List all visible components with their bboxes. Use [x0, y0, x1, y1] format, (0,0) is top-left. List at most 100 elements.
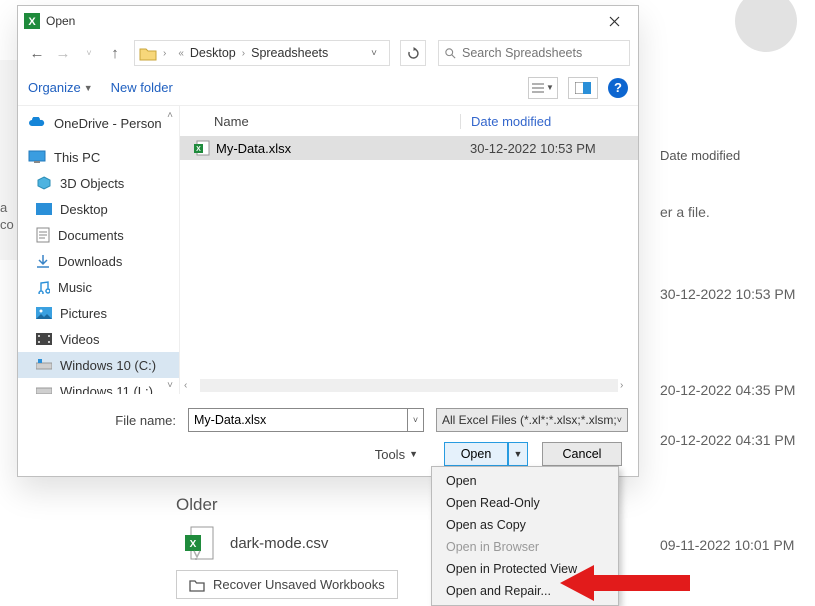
sidebar-item-pictures[interactable]: Pictures [18, 300, 179, 326]
breadcrumb-seg-desktop[interactable]: Desktop [190, 46, 236, 60]
menu-open-in-browser: Open in Browser [432, 536, 618, 558]
help-button[interactable]: ? [608, 78, 628, 98]
folder-icon [189, 578, 205, 592]
horizontal-scrollbar[interactable]: ‹ › [180, 376, 638, 394]
sidebar-item-label: Desktop [60, 202, 108, 217]
bg-date-1: 30-12-2022 10:53 PM [660, 286, 795, 302]
svg-text:X: X [196, 146, 201, 153]
address-history-dropdown[interactable]: ˅ [363, 48, 385, 59]
cancel-button[interactable]: Cancel [542, 442, 622, 466]
sidebar-item-label: Downloads [58, 254, 122, 269]
file-name-input[interactable] [188, 408, 408, 432]
sidebar-item-label: 3D Objects [60, 176, 124, 191]
search-input[interactable] [462, 46, 623, 60]
bg-date-2: 20-12-2022 04:35 PM [660, 382, 795, 398]
bg-date-3: 20-12-2022 04:31 PM [660, 432, 795, 448]
close-button[interactable] [594, 7, 634, 35]
search-box[interactable] [438, 40, 630, 66]
search-icon [445, 47, 456, 60]
breadcrumb-separator: › [236, 48, 251, 59]
menu-open-and-repair[interactable]: Open and Repair... [432, 580, 618, 602]
recover-unsaved-button[interactable]: Recover Unsaved Workbooks [176, 570, 398, 599]
file-type-filter[interactable]: All Excel Files (*.xl*;*.xlsx;*.xlsm;* ˅ [436, 408, 628, 432]
organize-menu[interactable]: Organize ▼ [28, 80, 93, 95]
sidebar-item-label: Windows 11 (L:) [60, 384, 153, 395]
sidebar-item-label: Windows 10 (C:) [60, 358, 156, 373]
menu-open-read-only[interactable]: Open Read-Only [432, 492, 618, 514]
nav-forward-button[interactable]: → [52, 42, 74, 64]
sidebar-item-downloads[interactable]: Downloads [18, 248, 179, 274]
bg-column-date-modified: Date modified [660, 148, 740, 163]
sidebar-item-label: This PC [54, 150, 100, 165]
sidebar-item-label: Music [58, 280, 92, 295]
file-name-label: File name: [28, 413, 182, 428]
sidebar-item-documents[interactable]: Documents [18, 222, 179, 248]
list-view-icon [532, 83, 544, 93]
view-options-button[interactable]: ▼ [528, 77, 558, 99]
file-row[interactable]: X My-Data.xlsx 30-12-2022 10:53 PM [180, 136, 638, 160]
menu-open-protected-view[interactable]: Open in Protected View [432, 558, 618, 580]
sidebar-item-videos[interactable]: Videos [18, 326, 179, 352]
folder-icon [139, 45, 157, 61]
open-dropdown-button[interactable]: ▼ [508, 442, 528, 466]
videos-icon [36, 333, 52, 345]
sidebar-item-label: Videos [60, 332, 100, 347]
sidebar-item-onedrive[interactable]: OneDrive - Person [18, 110, 179, 136]
nav-recent-dropdown[interactable]: ˅ [78, 42, 100, 64]
bg-file-name: dark-mode.csv [230, 535, 328, 552]
breadcrumb-root-chevron[interactable]: « [172, 48, 190, 59]
cube-icon [36, 176, 52, 190]
sidebar-item-3d-objects[interactable]: 3D Objects [18, 170, 179, 196]
dialog-body: ˄ OneDrive - Person This PC 3D Objects D… [18, 106, 638, 394]
recover-unsaved-label: Recover Unsaved Workbooks [213, 577, 385, 592]
file-type-label: All Excel Files (*.xl*;*.xlsx;*.xlsm;* [442, 413, 617, 427]
sidebar-item-music[interactable]: Music [18, 274, 179, 300]
nav-up-button[interactable]: ↑ [104, 42, 126, 64]
pc-icon [28, 150, 46, 164]
pane-icon [575, 82, 591, 94]
dialog-title: Open [46, 14, 75, 28]
excel-app-icon: X [24, 13, 40, 29]
breadcrumb-separator: › [157, 48, 172, 59]
preview-pane-button[interactable] [568, 77, 598, 99]
drive-icon [36, 359, 52, 371]
sidebar-item-desktop[interactable]: Desktop [18, 196, 179, 222]
sidebar-item-windows10[interactable]: Windows 10 (C:) [18, 352, 179, 378]
sidebar-item-windows11[interactable]: Windows 11 (L:) [18, 378, 179, 394]
column-header-name[interactable]: Name [180, 114, 460, 129]
desktop-icon [36, 203, 52, 215]
open-file-dialog: X Open ← → ˅ ↑ › « Desktop › Spreadsheet… [17, 5, 639, 477]
file-name: My-Data.xlsx [216, 141, 291, 156]
sidebar-item-this-pc[interactable]: This PC [18, 144, 179, 170]
excel-file-icon: X [194, 140, 210, 156]
drive-icon [36, 386, 52, 394]
titlebar: X Open [18, 6, 638, 36]
scroll-left-icon[interactable]: ‹ [184, 380, 198, 391]
refresh-button[interactable] [400, 40, 426, 66]
music-icon [36, 280, 50, 294]
sidebar-scroll-up[interactable]: ˄ [163, 108, 177, 122]
new-folder-button[interactable]: New folder [111, 80, 173, 95]
sidebar-scroll-down[interactable]: ˅ [163, 378, 177, 392]
svg-text:X: X [28, 16, 36, 28]
menu-open[interactable]: Open [432, 470, 618, 492]
scroll-track[interactable] [200, 379, 618, 392]
bg-file-item[interactable]: X dark-mode.csv [185, 525, 328, 561]
nav-back-button[interactable]: ← [26, 42, 48, 64]
column-header-date[interactable]: Date modified [460, 114, 625, 129]
file-name-history-dropdown[interactable]: ˅ [408, 408, 424, 432]
onedrive-icon [28, 117, 46, 129]
downloads-icon [36, 254, 50, 268]
scroll-right-icon[interactable]: › [620, 380, 634, 391]
menu-open-as-copy[interactable]: Open as Copy [432, 514, 618, 536]
tools-menu[interactable]: Tools ▼ [375, 447, 418, 462]
left-rail-text: aco [0, 200, 14, 234]
open-split-button: Open ▼ [444, 442, 528, 466]
account-avatar-placeholder [735, 0, 797, 52]
file-date: 30-12-2022 10:53 PM [460, 141, 596, 156]
bg-date-4: 09-11-2022 10:01 PM [660, 537, 794, 553]
open-button[interactable]: Open [444, 442, 508, 466]
breadcrumb-seg-spreadsheets[interactable]: Spreadsheets [251, 46, 328, 60]
bg-hint-text: er a file. [660, 204, 710, 220]
address-bar[interactable]: › « Desktop › Spreadsheets ˅ [134, 40, 390, 66]
